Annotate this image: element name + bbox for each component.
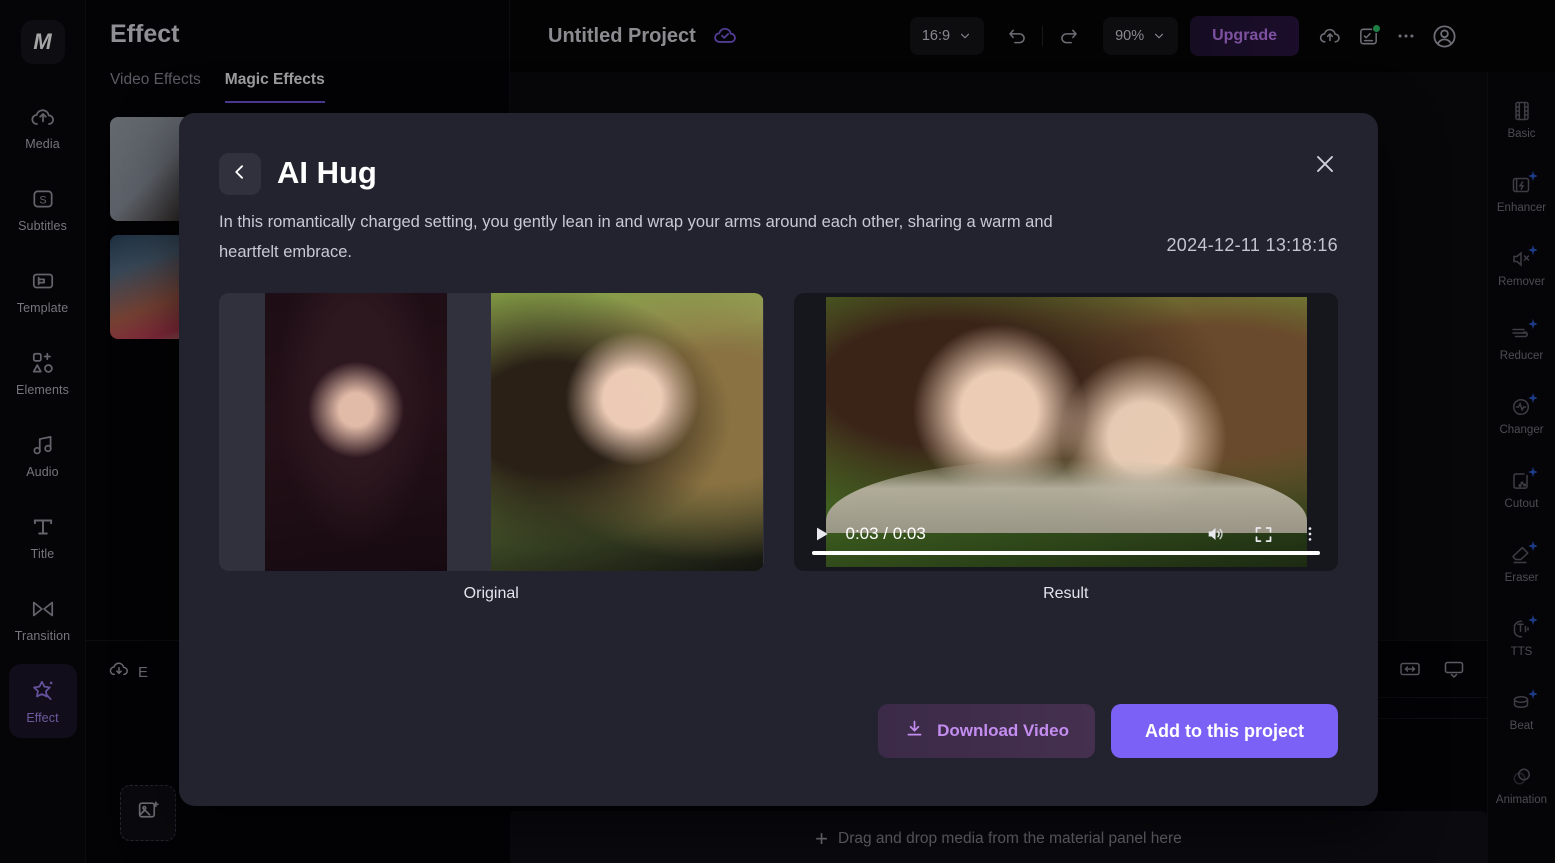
video-controls: 0:03 / 0:03: [812, 523, 1321, 545]
original-card-padding: [219, 293, 265, 571]
modal-header: AI Hug: [219, 151, 1338, 195]
media-captions: Original Result: [219, 585, 1338, 603]
chevron-left-icon: [230, 162, 250, 187]
close-button[interactable]: [1312, 151, 1338, 177]
result-caption: Result: [1043, 585, 1089, 602]
generation-timestamp: 2024-12-11 13:18:16: [1166, 235, 1338, 255]
video-progress-bar[interactable]: [811, 551, 1320, 555]
ai-hug-modal: AI Hug In this romantically charged sett…: [179, 113, 1378, 806]
modal-title: AI Hug: [277, 155, 377, 190]
download-video-button[interactable]: Download Video: [878, 704, 1095, 758]
original-image-second: [490, 293, 764, 571]
app-root: M Media S Subtitles Template Elements Au…: [0, 0, 1555, 863]
more-vertical-icon[interactable]: [1300, 524, 1320, 544]
media-comparison-row: 0:03 / 0:03: [219, 293, 1338, 571]
original-media-card[interactable]: [219, 293, 764, 571]
download-icon: [904, 718, 925, 744]
result-video-card[interactable]: 0:03 / 0:03: [793, 293, 1338, 571]
fullscreen-icon[interactable]: [1253, 524, 1274, 545]
original-caption: Original: [463, 585, 519, 602]
original-image-gap: [447, 293, 491, 571]
video-progress-fill: [811, 551, 1320, 555]
modal-description: In this romantically charged setting, yo…: [219, 213, 1053, 261]
back-button[interactable]: [219, 153, 261, 195]
modal-action-buttons: Download Video Add to this project: [878, 704, 1338, 758]
volume-icon[interactable]: [1205, 523, 1227, 545]
video-controls-right: [1205, 523, 1320, 545]
video-time-display: 0:03 / 0:03: [845, 524, 926, 543]
add-to-project-button[interactable]: Add to this project: [1111, 704, 1338, 758]
play-icon[interactable]: [812, 524, 832, 544]
original-image-first: [264, 293, 447, 571]
download-video-label: Download Video: [937, 721, 1069, 740]
